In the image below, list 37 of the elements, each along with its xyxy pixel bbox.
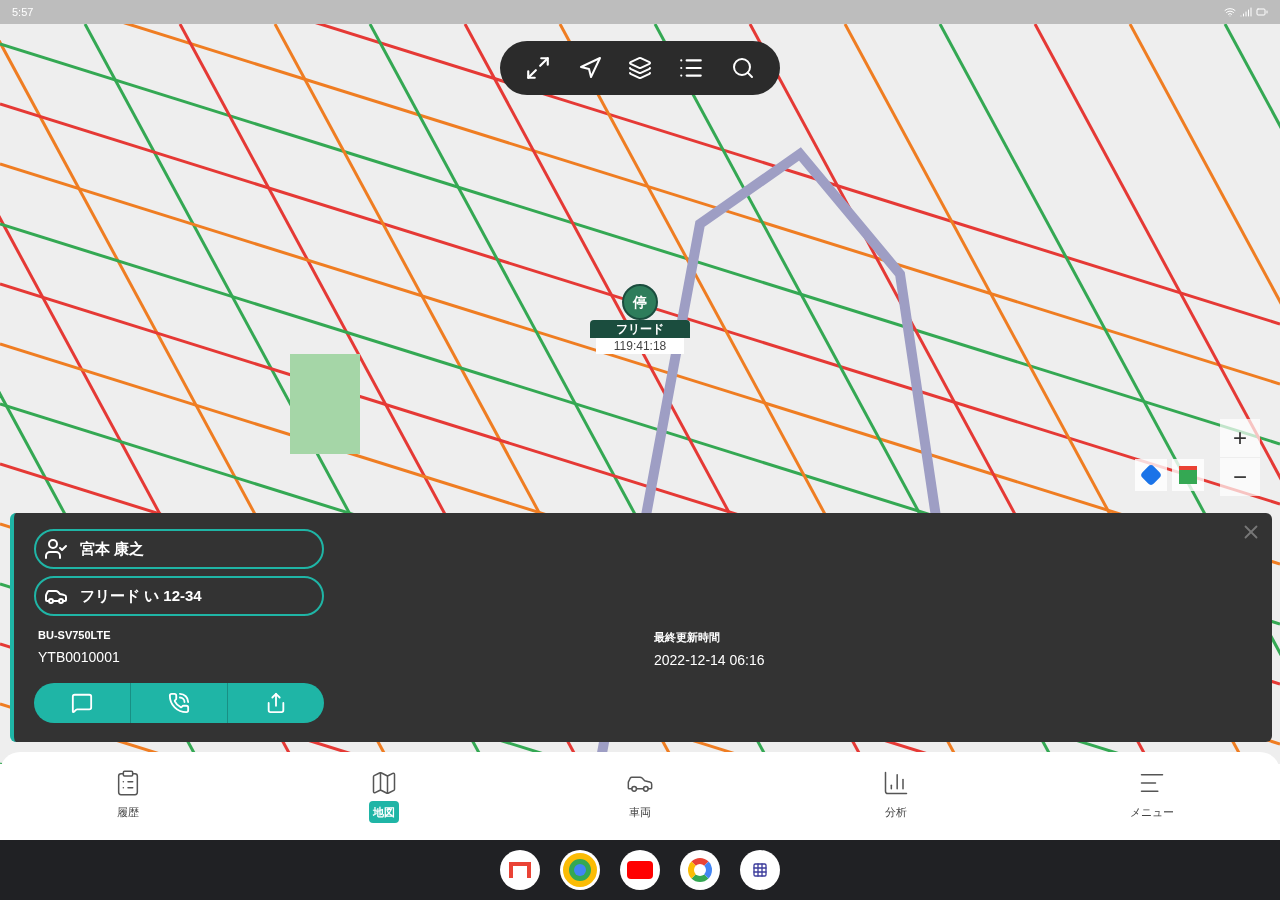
updated-value: 2022-12-14 06:16 (654, 650, 765, 670)
nav-tab[interactable]: 分析 (768, 768, 1024, 824)
search-icon[interactable] (730, 56, 755, 80)
browser-app-icon[interactable] (560, 850, 600, 890)
nav-label: 分析 (885, 804, 907, 820)
updated-label: 最終更新時間 (654, 630, 721, 645)
marker-name: フリード (590, 320, 690, 338)
device-id: YTB0010001 (37, 647, 121, 667)
nav-label: メニュー (1130, 804, 1174, 820)
zoom-in-button[interactable]: + (1220, 419, 1260, 457)
driver-name: 宮本 康之 (80, 538, 145, 559)
share-icon (265, 691, 287, 714)
nav-label: 車両 (629, 804, 651, 820)
phone-icon (168, 691, 190, 714)
photos-app-icon[interactable] (680, 850, 720, 890)
grid-icon (752, 862, 768, 878)
device-label: BU-SV750LTE (37, 628, 112, 643)
nav-tab[interactable]: 履歴 (0, 768, 256, 824)
nav-label: 地図 (369, 800, 399, 824)
zoom-out-button[interactable]: − (1220, 458, 1260, 496)
nav-tab[interactable]: メニュー (1024, 768, 1280, 824)
person-icon (44, 537, 68, 561)
speech-bubble-icon (71, 691, 93, 714)
marker-time: 119:41:18 (596, 338, 684, 354)
clock-text: 5:57 (12, 4, 34, 20)
nav-tab[interactable]: 車両 (512, 768, 768, 824)
signal-icon (1240, 6, 1252, 18)
battery-icon (1256, 6, 1268, 18)
app-grid-icon[interactable] (740, 850, 780, 890)
wifi-icon (1224, 6, 1236, 18)
nav-label: 履歴 (117, 804, 139, 820)
layers-icon[interactable] (627, 56, 652, 80)
vehicle-name: フリード い 12-34 (80, 585, 202, 606)
video-app-icon[interactable] (620, 850, 660, 890)
expand-icon[interactable] (525, 55, 552, 81)
navigation-arrow-icon[interactable] (577, 56, 602, 80)
mail-app-icon[interactable] (500, 850, 540, 890)
